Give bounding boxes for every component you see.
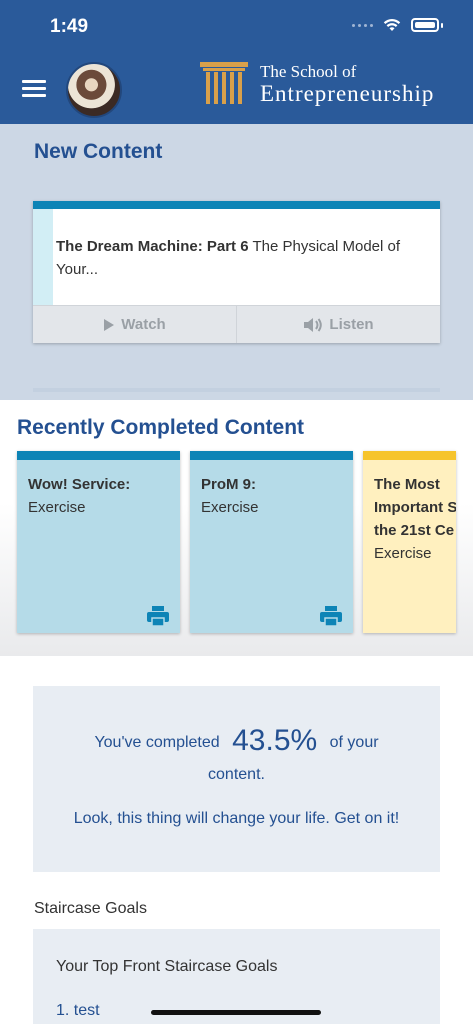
logo-line2: Entrepreneurship <box>260 81 435 106</box>
progress-percent: 43.5% <box>232 724 318 757</box>
next-card-peek <box>33 388 440 392</box>
app-header: 1:49 The School of Entrepreneurship <box>0 0 473 124</box>
staircase-goal-item[interactable]: 1. test <box>56 1002 100 1020</box>
wifi-icon <box>383 19 401 31</box>
completed-card-title: ProM 9: <box>201 476 257 493</box>
battery-icon <box>411 18 439 32</box>
completed-card[interactable]: The Most Important S the 21st Ce Exercis… <box>363 451 456 633</box>
progress-suffix: of your <box>329 734 379 751</box>
hamburger-menu-icon[interactable] <box>22 80 46 98</box>
play-icon <box>104 318 115 331</box>
print-icon[interactable] <box>319 605 343 627</box>
status-time: 1:49 <box>50 16 89 37</box>
home-indicator[interactable] <box>151 1010 321 1015</box>
progress-message: Look, this thing will change your life. … <box>73 810 400 827</box>
listen-button[interactable]: Listen <box>236 306 440 343</box>
pillar-logo-icon <box>200 62 248 104</box>
new-content-card-title: The Dream Machine: Part 6 The Physical M… <box>56 238 401 278</box>
speaker-icon <box>304 317 323 332</box>
print-icon[interactable] <box>146 605 170 627</box>
new-content-title: New Content <box>34 140 163 163</box>
completed-card-title: Wow! Service: <box>28 476 131 493</box>
new-content-card[interactable]: The Dream Machine: Part 6 The Physical M… <box>33 201 440 343</box>
progress-line2: content. <box>208 766 265 783</box>
logo-line1: The School of <box>260 62 357 81</box>
status-icons <box>352 18 443 32</box>
signal-icon <box>352 23 373 27</box>
watch-button[interactable]: Watch <box>33 306 236 343</box>
staircase-goals-label: Staircase Goals <box>34 900 147 917</box>
completed-card-type: Exercise <box>28 499 86 516</box>
completed-card[interactable]: Wow! Service: Exercise <box>17 451 180 633</box>
progress-prefix: You've completed <box>94 734 220 751</box>
completed-card[interactable]: ProM 9: Exercise <box>190 451 353 633</box>
completed-card-title: The Most Important S the 21st Ce <box>374 476 456 539</box>
staircase-goals-heading: Your Top Front Staircase Goals <box>56 958 278 975</box>
progress-box: You've completed 43.5% of your content. … <box>33 686 440 872</box>
avatar[interactable] <box>66 62 122 118</box>
new-content-section: New Content The Dream Machine: Part 6 Th… <box>0 124 473 400</box>
recently-completed-title: Recently Completed Content <box>17 416 305 439</box>
completed-card-type: Exercise <box>201 499 259 516</box>
school-logo: The School of Entrepreneurship <box>200 62 470 106</box>
completed-card-type: Exercise <box>374 545 432 562</box>
recently-completed-section: Recently Completed Content Wow! Service:… <box>0 400 473 656</box>
